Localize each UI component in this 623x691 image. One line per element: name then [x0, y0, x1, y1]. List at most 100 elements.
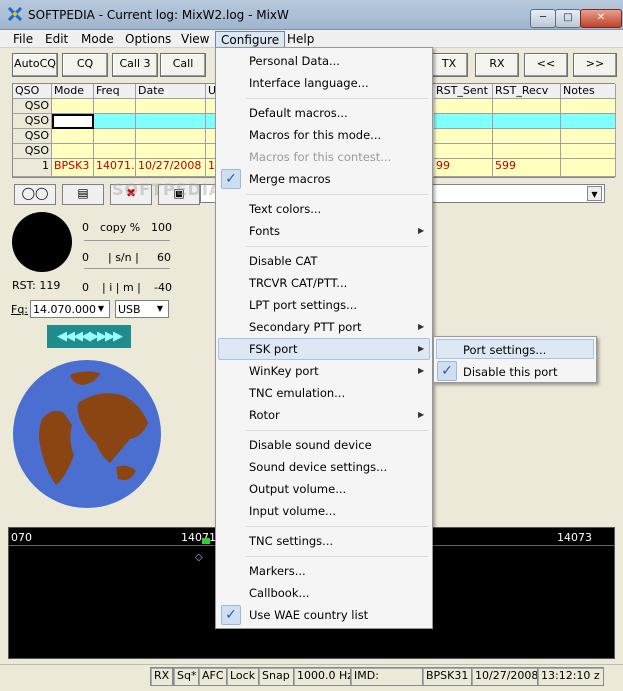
menu-options[interactable]: Options: [120, 31, 176, 47]
glasses-icon[interactable]: ◯◯: [14, 184, 56, 205]
call3-button[interactable]: Call 3: [112, 53, 158, 77]
status-snap[interactable]: Snap: [258, 667, 294, 686]
col-header-date[interactable]: Date: [136, 84, 206, 99]
flag-marker-icon[interactable]: [202, 538, 210, 544]
status-afc[interactable]: AFC: [198, 667, 228, 686]
menu-item[interactable]: LPT port settings...: [249, 298, 357, 312]
next-button[interactable]: >>: [573, 53, 617, 77]
menu-edit[interactable]: Edit: [40, 31, 73, 47]
menu-item[interactable]: TRCVR CAT/PTT...: [249, 276, 347, 290]
status-rx[interactable]: RX: [150, 667, 174, 686]
cell-rst-sent[interactable]: 99: [434, 159, 493, 177]
chevron-down-icon[interactable]: ▼: [153, 302, 167, 316]
menu-item[interactable]: Disable CAT: [249, 254, 317, 268]
row-label[interactable]: QSO: [13, 99, 52, 114]
table-cell[interactable]: [493, 129, 561, 144]
menu-item[interactable]: Markers...: [249, 564, 306, 578]
table-cell[interactable]: [434, 114, 493, 129]
menu-item[interactable]: Use WAE country list: [249, 608, 368, 622]
col-header-qso[interactable]: QSO: [13, 84, 52, 99]
frequency-combo[interactable]: 14.070.000 ▼: [30, 300, 110, 318]
selected-cell[interactable]: [52, 114, 94, 129]
menu-item[interactable]: Callbook...: [249, 586, 309, 600]
menu-item[interactable]: Sound device settings...: [249, 460, 387, 474]
rx-button[interactable]: RX: [475, 53, 519, 77]
table-cell[interactable]: [136, 99, 206, 114]
row-label[interactable]: 1: [13, 159, 52, 177]
cq-button[interactable]: CQ: [62, 53, 108, 77]
menu-item[interactable]: Merge macros: [249, 172, 331, 186]
menu-item[interactable]: Fonts: [249, 224, 280, 238]
row-label[interactable]: QSO: [13, 114, 52, 129]
cell-freq[interactable]: 14071.: [94, 159, 136, 177]
mode-combo[interactable]: USB ▼: [115, 300, 169, 318]
table-cell[interactable]: [434, 144, 493, 159]
close-button[interactable]: ✕: [580, 9, 622, 28]
table-cell[interactable]: [94, 144, 136, 159]
tuning-arrows-icon[interactable]: ◀◀◀◀▶▶▶▶: [47, 325, 131, 348]
col-header-mode[interactable]: Mode: [52, 84, 94, 99]
menu-item[interactable]: Secondary PTT port: [249, 320, 362, 334]
maximize-button[interactable]: □: [555, 9, 581, 28]
table-cell[interactable]: [434, 99, 493, 114]
table-cell[interactable]: [94, 114, 136, 129]
col-header-rst-sent[interactable]: RST_Sent: [434, 84, 493, 99]
menu-help[interactable]: Help: [282, 31, 319, 47]
table-cell[interactable]: [94, 129, 136, 144]
menu-item-port-settings[interactable]: Port settings...: [463, 343, 546, 357]
col-header-freq[interactable]: Freq: [94, 84, 136, 99]
col-header-rst-recv[interactable]: RST_Recv: [493, 84, 561, 99]
tuning-cursor-icon[interactable]: ◇: [195, 552, 203, 563]
table-cell[interactable]: [561, 114, 616, 129]
clipboard-icon[interactable]: ▤: [62, 184, 104, 205]
table-cell[interactable]: [561, 129, 616, 144]
col-header-notes[interactable]: Notes: [561, 84, 616, 99]
menu-item[interactable]: Output volume...: [249, 482, 346, 496]
chevron-down-icon[interactable]: ▼: [587, 186, 602, 201]
table-cell[interactable]: [136, 144, 206, 159]
menu-item[interactable]: Disable sound device: [249, 438, 372, 452]
table-cell[interactable]: [136, 114, 206, 129]
cell-notes[interactable]: [561, 159, 616, 177]
table-cell[interactable]: [94, 99, 136, 114]
menu-item[interactable]: FSK port: [249, 342, 297, 356]
menu-item[interactable]: Input volume...: [249, 504, 336, 518]
tx-button[interactable]: TX: [430, 53, 468, 77]
status-lock[interactable]: Lock: [226, 667, 260, 686]
menu-view[interactable]: View: [176, 31, 214, 47]
prev-button[interactable]: <<: [524, 53, 568, 77]
menu-item[interactable]: WinKey port: [249, 364, 319, 378]
row-label[interactable]: QSO: [13, 129, 52, 144]
status-squelch[interactable]: Sq*: [173, 667, 201, 686]
status-frequency[interactable]: 1000.0 Hz: [293, 667, 358, 686]
menu-item[interactable]: Personal Data...: [249, 54, 340, 68]
cell-date[interactable]: 10/27/2008: [136, 159, 206, 177]
table-cell[interactable]: [434, 129, 493, 144]
table-cell[interactable]: [561, 144, 616, 159]
status-mode[interactable]: BPSK31: [422, 667, 473, 686]
cell-mode[interactable]: BPSK3: [52, 159, 94, 177]
menu-item[interactable]: Macros for this mode...: [249, 128, 381, 142]
row-label[interactable]: QSO: [13, 144, 52, 159]
menu-item[interactable]: Default macros...: [249, 106, 348, 120]
menu-item[interactable]: Interface language...: [249, 76, 369, 90]
table-cell[interactable]: [561, 99, 616, 114]
menu-item[interactable]: Text colors...: [249, 202, 321, 216]
table-cell[interactable]: [493, 144, 561, 159]
menu-item-disable-port[interactable]: Disable this port: [463, 365, 558, 379]
menu-file[interactable]: File: [8, 31, 38, 47]
chevron-down-icon[interactable]: ▼: [94, 302, 108, 316]
autocq-button[interactable]: AutoCQ: [12, 53, 58, 77]
cell-rst-recv[interactable]: 599: [493, 159, 561, 177]
minimize-button[interactable]: ─: [530, 9, 556, 28]
menu-item[interactable]: TNC emulation...: [249, 386, 345, 400]
menu-item[interactable]: TNC settings...: [249, 534, 333, 548]
table-cell[interactable]: [52, 99, 94, 114]
menu-mode[interactable]: Mode: [76, 31, 119, 47]
table-cell[interactable]: [136, 129, 206, 144]
table-cell[interactable]: [493, 99, 561, 114]
table-cell[interactable]: [52, 144, 94, 159]
call-button[interactable]: Call: [160, 53, 206, 77]
menu-item[interactable]: Rotor: [249, 408, 280, 422]
table-cell[interactable]: [493, 114, 561, 129]
